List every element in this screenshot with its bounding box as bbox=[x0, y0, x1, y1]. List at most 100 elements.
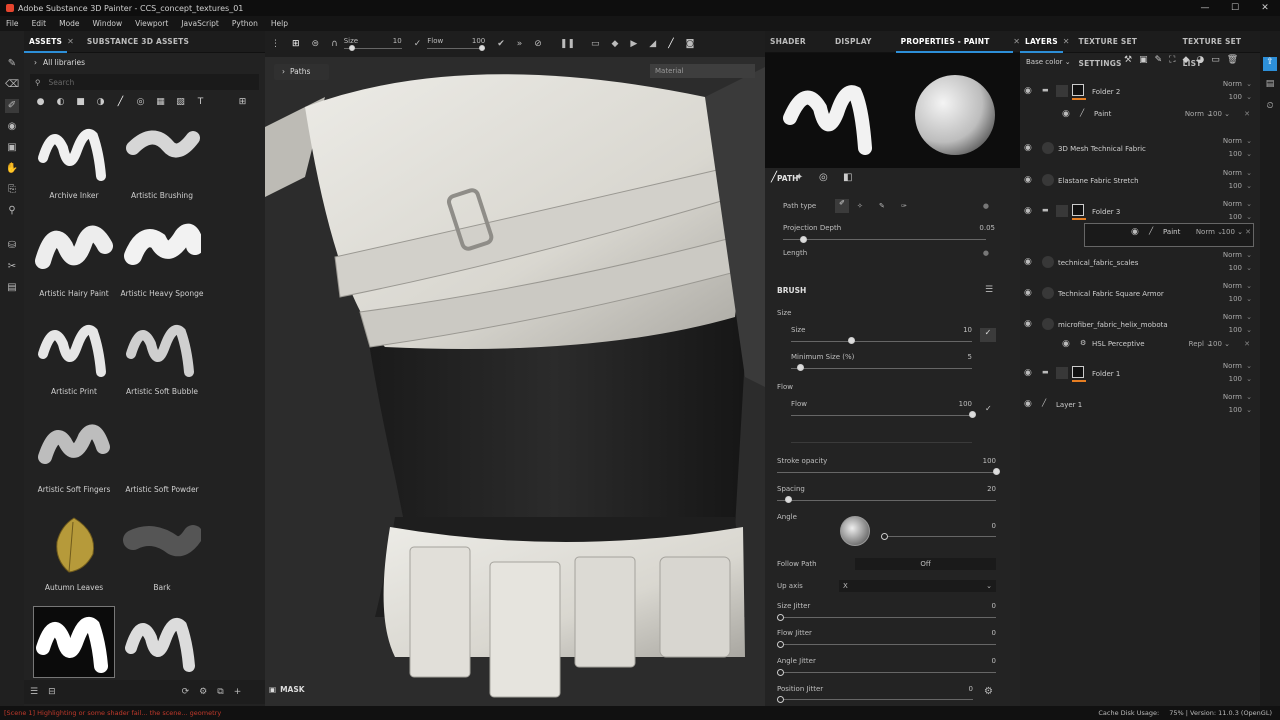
size-slider[interactable]: Size 10 bbox=[343, 37, 402, 51]
add-mask-icon[interactable]: ▣ bbox=[1139, 55, 1148, 65]
add-smart-material-icon[interactable]: ◕ bbox=[1196, 55, 1204, 65]
text-filter-icon[interactable]: T bbox=[194, 96, 207, 109]
tab-layers[interactable]: LAYERS bbox=[1020, 31, 1063, 53]
projection-icon[interactable]: ◉ bbox=[5, 120, 19, 134]
visibility-eye-icon[interactable]: ◉ bbox=[1062, 339, 1070, 349]
material-mode-icon[interactable]: ◧ bbox=[843, 172, 855, 184]
brush-size-knob[interactable] bbox=[847, 337, 855, 344]
rectangle-select-icon[interactable]: ▭ bbox=[591, 39, 600, 49]
menu-python[interactable]: Python bbox=[232, 19, 258, 28]
add-bucket-icon[interactable]: ◆ bbox=[1182, 55, 1189, 65]
flow-jitter-row[interactable]: Flow Jitter 0 bbox=[777, 629, 996, 637]
maximize-button[interactable]: ☐ bbox=[1220, 0, 1250, 16]
brush-item[interactable]: Artistic Soft Bubble bbox=[118, 313, 206, 409]
stroke-icon[interactable]: ✔ bbox=[497, 39, 505, 49]
tab-assets[interactable]: ASSETS bbox=[24, 31, 68, 53]
layer-opacity[interactable]: 100 bbox=[1229, 150, 1242, 158]
tab-shader-settings[interactable]: SHADER SETT... bbox=[765, 31, 830, 68]
brush-flow-track[interactable] bbox=[791, 415, 972, 416]
texture-filter-icon[interactable]: ■ bbox=[74, 96, 87, 109]
minimum-size-knob[interactable] bbox=[797, 364, 805, 371]
brush-item[interactable]: Artistic Heavy Sponge bbox=[118, 215, 206, 311]
layer-blend-mode[interactable]: Norm bbox=[1223, 362, 1242, 370]
alpha-filter-icon[interactable]: ◎ bbox=[134, 96, 147, 109]
angle-jitter-knob[interactable] bbox=[777, 669, 784, 676]
pen-icon[interactable]: ╱ bbox=[668, 39, 673, 49]
layer-opacity[interactable]: 100 ⌄ bbox=[1209, 340, 1230, 348]
close-icon[interactable]: ✕ bbox=[1244, 110, 1250, 118]
menu-window[interactable]: Window bbox=[93, 19, 123, 28]
size-jitter-row[interactable]: Size Jitter 0 bbox=[777, 602, 996, 610]
mask-toggle[interactable]: ▣ MASK bbox=[265, 682, 325, 698]
layer-opacity[interactable]: 100 bbox=[1229, 406, 1242, 414]
layer-item[interactable]: ◉ ▬ Folder 1 Norm ⌄ 100 ⌄ bbox=[1020, 360, 1260, 390]
properties-panel-icon[interactable]: ▤ bbox=[1263, 79, 1277, 93]
position-jitter-knob[interactable] bbox=[777, 696, 784, 703]
visibility-eye-icon[interactable]: ◉ bbox=[1024, 143, 1032, 153]
spacing-knob[interactable] bbox=[784, 496, 792, 503]
settings-icon[interactable]: ⚙ bbox=[199, 687, 207, 697]
visibility-eye-icon[interactable]: ◉ bbox=[1131, 227, 1139, 237]
layer-opacity[interactable]: 100 bbox=[1229, 326, 1242, 334]
tab-substance-3d-assets[interactable]: SUBSTANCE 3D ASSETS bbox=[82, 31, 194, 53]
layer-blend-mode[interactable]: Norm bbox=[1223, 137, 1242, 145]
layer-blend-mode[interactable]: Norm bbox=[1223, 169, 1242, 177]
tab-texture-set-settings[interactable]: TEXTURE SET SETTINGS bbox=[1074, 31, 1178, 68]
angle-knob[interactable] bbox=[881, 533, 888, 540]
eraser-icon[interactable]: ⌫ bbox=[5, 78, 19, 92]
flow-knob[interactable] bbox=[479, 45, 486, 51]
visibility-eye-icon[interactable]: ◉ bbox=[1024, 399, 1032, 409]
visibility-eye-icon[interactable]: ◉ bbox=[1024, 257, 1032, 267]
spacing-row[interactable]: Spacing 20 bbox=[777, 485, 996, 493]
layer-blend-mode[interactable]: Norm bbox=[1223, 393, 1242, 401]
grid-view-icon[interactable]: ⊞ bbox=[236, 96, 249, 109]
visibility-eye-icon[interactable]: ◉ bbox=[1024, 368, 1032, 378]
tab-display-settings[interactable]: DISPLAY SETT... bbox=[830, 31, 896, 68]
mask-filter-icon[interactable]: ◑ bbox=[94, 96, 107, 109]
minimum-size-row[interactable]: Minimum Size (%) 5 bbox=[791, 353, 972, 361]
flow-slider[interactable]: Flow 100 bbox=[427, 37, 486, 51]
add-icon[interactable]: + bbox=[234, 687, 242, 697]
position-jitter-row[interactable]: Position Jitter 0 bbox=[777, 685, 973, 693]
brush-size-track[interactable] bbox=[791, 341, 972, 342]
lazy-mouse-icon[interactable]: ⊜ bbox=[312, 39, 320, 49]
path-type-polyline-icon[interactable]: ✑ bbox=[901, 202, 907, 210]
snap-icon[interactable]: ⊞ bbox=[292, 39, 300, 49]
menu-help[interactable]: Help bbox=[271, 19, 288, 28]
size-jitter-track[interactable] bbox=[777, 617, 996, 618]
stroke-opacity-knob[interactable] bbox=[993, 468, 1000, 475]
list-icon[interactable]: ☰ bbox=[985, 285, 993, 295]
layer-item[interactable]: ◉ ╱ Layer 1 Norm ⌄ 100 ⌄ bbox=[1020, 391, 1260, 421]
layer-opacity[interactable]: 100 bbox=[1229, 182, 1242, 190]
polygon-fill-icon[interactable]: ▣ bbox=[5, 141, 19, 155]
visibility-eye-icon[interactable]: ◉ bbox=[1024, 288, 1032, 298]
spacing-track[interactable] bbox=[777, 500, 996, 501]
smudge-icon[interactable]: ✋ bbox=[5, 162, 19, 176]
menu-edit[interactable]: Edit bbox=[32, 19, 47, 28]
channel-select[interactable]: Base color ⌄ bbox=[1026, 58, 1071, 66]
settings-icon[interactable]: ⚙ bbox=[984, 686, 993, 697]
light-icon[interactable]: ◢ bbox=[649, 39, 656, 49]
document-icon[interactable]: ▤ bbox=[5, 281, 19, 295]
tab-properties-paint-along-path[interactable]: PROPERTIES - PAINT ALONG ... bbox=[895, 31, 1014, 68]
angle-jitter-track[interactable] bbox=[777, 672, 996, 673]
visibility-eye-icon[interactable]: ◉ bbox=[1062, 109, 1070, 119]
layer-blend-mode[interactable]: Norm bbox=[1223, 80, 1242, 88]
layer-opacity[interactable]: 100 bbox=[1229, 93, 1242, 101]
delete-icon[interactable]: 🗑 bbox=[1227, 55, 1238, 65]
close-icon[interactable]: ✕ bbox=[1244, 340, 1250, 348]
pen-pressure-icon[interactable]: ✓ bbox=[980, 328, 996, 342]
layer-opacity[interactable]: 100 bbox=[1229, 375, 1242, 383]
flow-jitter-track[interactable] bbox=[777, 644, 996, 645]
layer-blend-mode[interactable]: Norm bbox=[1223, 200, 1242, 208]
symmetry-icon[interactable]: ⋮ bbox=[271, 39, 280, 49]
layer-item[interactable]: ◉ ⚙ HSL Perceptive Repl ⌄ 100 ⌄ ✕ bbox=[1020, 336, 1260, 360]
position-jitter-track[interactable] bbox=[777, 699, 973, 700]
layer-blend-mode[interactable]: Norm bbox=[1223, 282, 1242, 290]
angle-row[interactable]: Angle 0 bbox=[777, 513, 996, 530]
menu-javascript[interactable]: JavaScript bbox=[181, 19, 219, 28]
flow-jitter-knob[interactable] bbox=[777, 641, 784, 648]
grid-filter-icon[interactable]: ▦ bbox=[154, 96, 167, 109]
layer-opacity[interactable]: 100 ⌄ bbox=[1222, 228, 1243, 236]
close-button[interactable]: ✕ bbox=[1250, 0, 1280, 16]
